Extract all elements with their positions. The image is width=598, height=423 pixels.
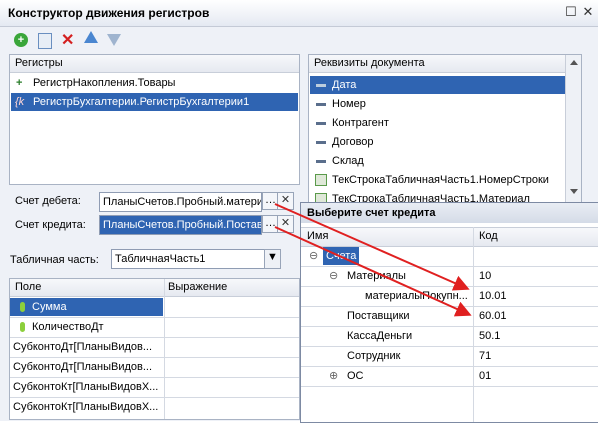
arrow-debit-to-materials — [274, 203, 470, 291]
arrow-credit-to-suppliers — [274, 226, 472, 317]
register-movement-constructor-window: Конструктор движения регистров ☐ ✕ + ✕ Р… — [0, 0, 598, 423]
annotation-arrows — [274, 203, 472, 317]
